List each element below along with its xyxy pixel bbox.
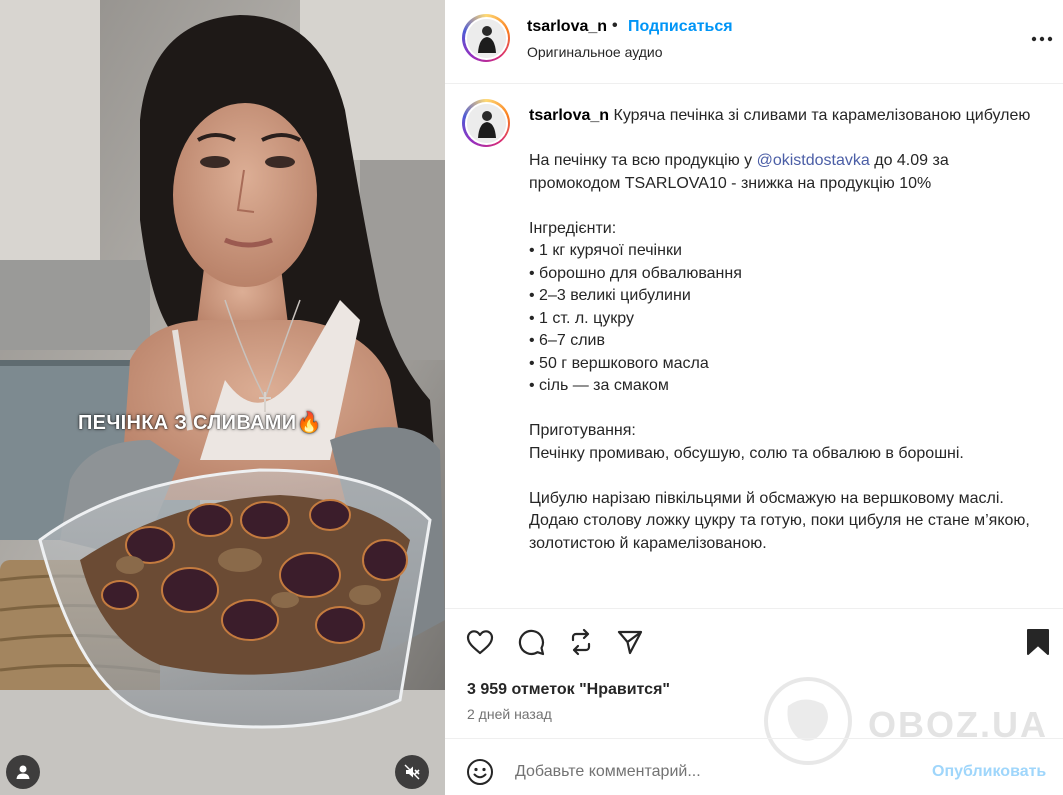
preparation-heading: Приготування: [529, 422, 636, 439]
like-button[interactable] [465, 627, 495, 657]
repost-icon [571, 628, 591, 656]
heart-icon [466, 630, 494, 655]
post-header: tsarlova_n • Подписаться Оригинальное ау… [445, 0, 1063, 84]
caption-text: tsarlova_n Куряча печінка зі сливами та … [529, 105, 1034, 555]
comment-bar: Опубликовать [445, 738, 1063, 795]
share-button[interactable] [615, 627, 645, 657]
avatar-photo [466, 18, 506, 58]
save-button[interactable] [1023, 627, 1053, 657]
paper-plane-icon [617, 630, 643, 655]
comment-bubble-icon [518, 629, 545, 656]
ingredient-item: • 50 г вершкового масла [529, 354, 709, 372]
post-timestamp[interactable]: 2 дней назад [467, 706, 552, 722]
comment-input[interactable] [515, 759, 915, 785]
follow-button[interactable]: Подписаться [628, 18, 733, 36]
author-username[interactable]: tsarlova_n [527, 18, 607, 36]
bookmark-filled-icon [1027, 629, 1049, 655]
more-options-button[interactable] [1030, 27, 1054, 51]
promo-text-start: На печінку та всю продукцію у [529, 152, 757, 169]
smiley-icon [467, 759, 493, 785]
avatar-photo [466, 103, 506, 143]
caption-fade [445, 568, 1063, 608]
avatar[interactable] [462, 14, 510, 62]
caption-title: Куряча печінка зі сливами та карамелізов… [609, 107, 1031, 124]
mention-link[interactable]: @okistdostavka [757, 152, 870, 169]
publish-button[interactable]: Опубликовать [932, 763, 1046, 781]
ingredient-item: • 6–7 слив [529, 332, 605, 349]
post-caption: tsarlova_n Куряча печінка зі сливами та … [445, 85, 1063, 608]
ingredient-item: • 2–3 великі цибулини [529, 287, 691, 304]
more-horizontal-icon [1031, 36, 1053, 42]
caption-username[interactable]: tsarlova_n [529, 107, 609, 124]
mute-button[interactable] [395, 755, 429, 789]
speaker-muted-icon [404, 764, 420, 780]
ingredients-heading: Інгредієнти: [529, 219, 617, 237]
separator-dot: • [612, 17, 618, 34]
video-frame-image [0, 0, 445, 795]
ingredient-item: • сіль — за смаком [529, 377, 669, 394]
ingredient-item: • борошно для обвалювання [529, 264, 742, 282]
reel-video[interactable]: ПЕЧІНКА З СЛИВАМИ🔥 [0, 0, 445, 795]
user-icon [16, 765, 30, 779]
caption-avatar[interactable] [462, 99, 510, 147]
preparation-step: Печінку промиваю, обсушую, солю та обвал… [529, 444, 964, 462]
post-panel: tsarlova_n • Подписаться Оригинальное ау… [445, 0, 1063, 795]
audio-link[interactable]: Оригинальное аудио [527, 44, 663, 60]
preparation-step: Цибулю нарізаю півкільцями й обсмажую на… [529, 489, 1035, 552]
likes-count[interactable]: 3 959 отметок "Нравится" [467, 681, 670, 699]
tagged-users-button[interactable] [6, 755, 40, 789]
emoji-button[interactable] [465, 757, 495, 787]
ingredient-item: • 1 ст. л. цукру [529, 309, 634, 327]
ingredient-item: • 1 кг курячої печінки [529, 242, 682, 259]
remix-button[interactable] [566, 627, 596, 657]
comment-button[interactable] [516, 627, 546, 657]
video-caption-overlay: ПЕЧІНКА З СЛИВАМИ🔥 [78, 412, 322, 434]
